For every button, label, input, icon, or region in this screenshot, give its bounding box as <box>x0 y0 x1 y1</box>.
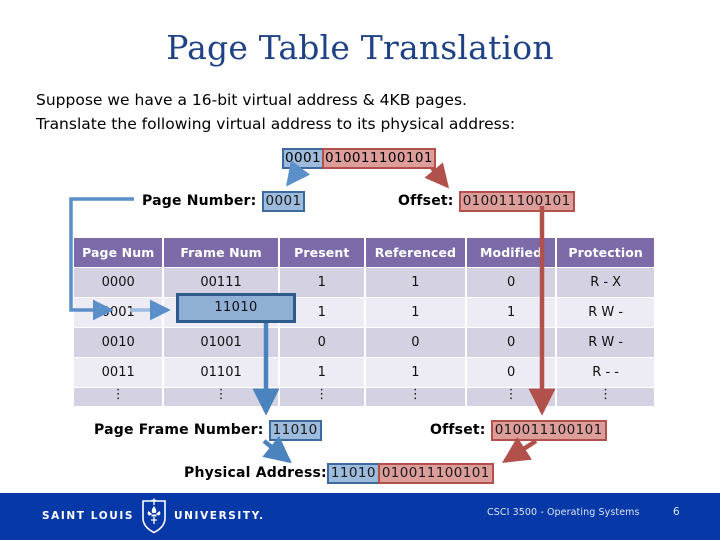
table-row: 0000 00111 1 1 0 R - X <box>74 268 654 297</box>
column-header-page-num: Page Num <box>74 238 163 267</box>
page-number-label-text: Page Number: <box>142 193 257 209</box>
physical-address-frame-bits: 11010 <box>326 463 378 484</box>
university-logo: SAINT LOUIS UNIVERSITY. <box>42 498 265 534</box>
logo-text-left: SAINT LOUIS <box>42 510 135 522</box>
offset-bottom-label: Offset: 010011100101 <box>430 420 607 441</box>
arrow-pfn-to-physical <box>262 435 292 464</box>
arrow-offset-to-physical <box>501 436 538 463</box>
physical-address-offset-bits: 010011100101 <box>377 463 494 484</box>
course-label: CSCI 3500 - Operating Systems <box>487 507 640 518</box>
ellipsis-referenced: ⋮ <box>365 388 465 406</box>
intro-line-2: Translate the following virtual address … <box>36 115 516 133</box>
ellipsis-protection: ⋮ <box>557 388 654 406</box>
arrow-vaddr-to-offset <box>424 162 450 189</box>
offset-value: 010011100101 <box>458 191 575 212</box>
column-header-protection: Protection <box>557 238 654 267</box>
page-frame-number-label: Page Frame Number: 11010 <box>94 420 322 441</box>
cell-modified: 0 <box>466 358 556 387</box>
cell-present: 0 <box>279 328 364 357</box>
ellipsis-frame-num: ⋮ <box>164 388 278 406</box>
page-number-label: Page Number: 0001 <box>142 191 306 212</box>
ellipsis-modified: ⋮ <box>466 388 556 406</box>
cell-present: 1 <box>279 358 364 387</box>
cell-protection: R W - <box>557 328 654 357</box>
slide: Page Table Translation Suppose we have a… <box>0 0 720 540</box>
page-frame-number-label-text: Page Frame Number: <box>94 422 264 438</box>
logo-text-right: UNIVERSITY. <box>174 510 265 522</box>
column-header-modified: Modified <box>466 238 556 267</box>
physical-address-label-text: Physical Address: <box>184 465 327 481</box>
virtual-address-offset-bits: 010011100101 <box>321 148 436 169</box>
cell-frame-num: 01001 <box>164 328 278 357</box>
shield-icon <box>142 498 166 534</box>
offset-bottom-value: 010011100101 <box>490 420 607 441</box>
table-row: 0011 01101 1 1 0 R - - <box>74 358 654 387</box>
highlighted-frame-cell: 11010 <box>176 293 296 323</box>
cell-modified: 1 <box>466 298 556 327</box>
table-row-highlighted: 0001 11010 1 1 1 R W - <box>74 298 654 327</box>
offset-label-text: Offset: <box>398 193 454 209</box>
cell-modified: 0 <box>466 268 556 297</box>
arrow-vaddr-to-pagenumber <box>286 160 311 187</box>
page-number-value: 0001 <box>261 191 306 212</box>
cell-referenced: 0 <box>365 328 465 357</box>
cell-page-num: 0001 <box>74 298 163 327</box>
cell-page-num: 0000 <box>74 268 163 297</box>
column-header-frame-num: Frame Num <box>164 238 278 267</box>
page-frame-number-value: 11010 <box>268 420 322 441</box>
cell-referenced: 1 <box>365 358 465 387</box>
ellipsis-present: ⋮ <box>279 388 364 406</box>
page-title: Page Table Translation <box>166 28 554 67</box>
page-table: Page Num Frame Num Present Referenced Mo… <box>72 237 656 407</box>
intro-text: Suppose we have a 16-bit virtual address… <box>36 88 696 136</box>
virtual-address-bar: 0001 010011100101 <box>282 148 436 169</box>
slide-number: 6 <box>673 506 680 518</box>
offset-bottom-label-text: Offset: <box>430 422 486 438</box>
cell-referenced: 1 <box>365 268 465 297</box>
highlighted-frame-value: 11010 <box>214 300 258 315</box>
physical-address-label: Physical Address: 11010 010011100101 <box>184 463 494 484</box>
virtual-address-page-bits: 0001 <box>282 148 322 169</box>
cell-modified: 0 <box>466 328 556 357</box>
table-header-row: Page Num Frame Num Present Referenced Mo… <box>74 238 654 267</box>
intro-line-1: Suppose we have a 16-bit virtual address… <box>36 91 467 109</box>
offset-label: Offset: 010011100101 <box>398 191 575 212</box>
table-continuation-row: ⋮ ⋮ ⋮ ⋮ ⋮ ⋮ <box>74 388 654 406</box>
column-header-referenced: Referenced <box>365 238 465 267</box>
cell-protection: R - X <box>557 268 654 297</box>
cell-page-num: 0011 <box>74 358 163 387</box>
slide-footer: SAINT LOUIS UNIVERSITY. CSCI 3500 - Oper… <box>0 490 720 540</box>
ellipsis-page-num: ⋮ <box>74 388 163 406</box>
cell-page-num: 0010 <box>74 328 163 357</box>
footer-divider <box>0 490 720 493</box>
column-header-present: Present <box>279 238 364 267</box>
cell-protection: R - - <box>557 358 654 387</box>
cell-protection: R W - <box>557 298 654 327</box>
cell-frame-num: 01101 <box>164 358 278 387</box>
table-row: 0010 01001 0 0 0 R W - <box>74 328 654 357</box>
cell-referenced: 1 <box>365 298 465 327</box>
